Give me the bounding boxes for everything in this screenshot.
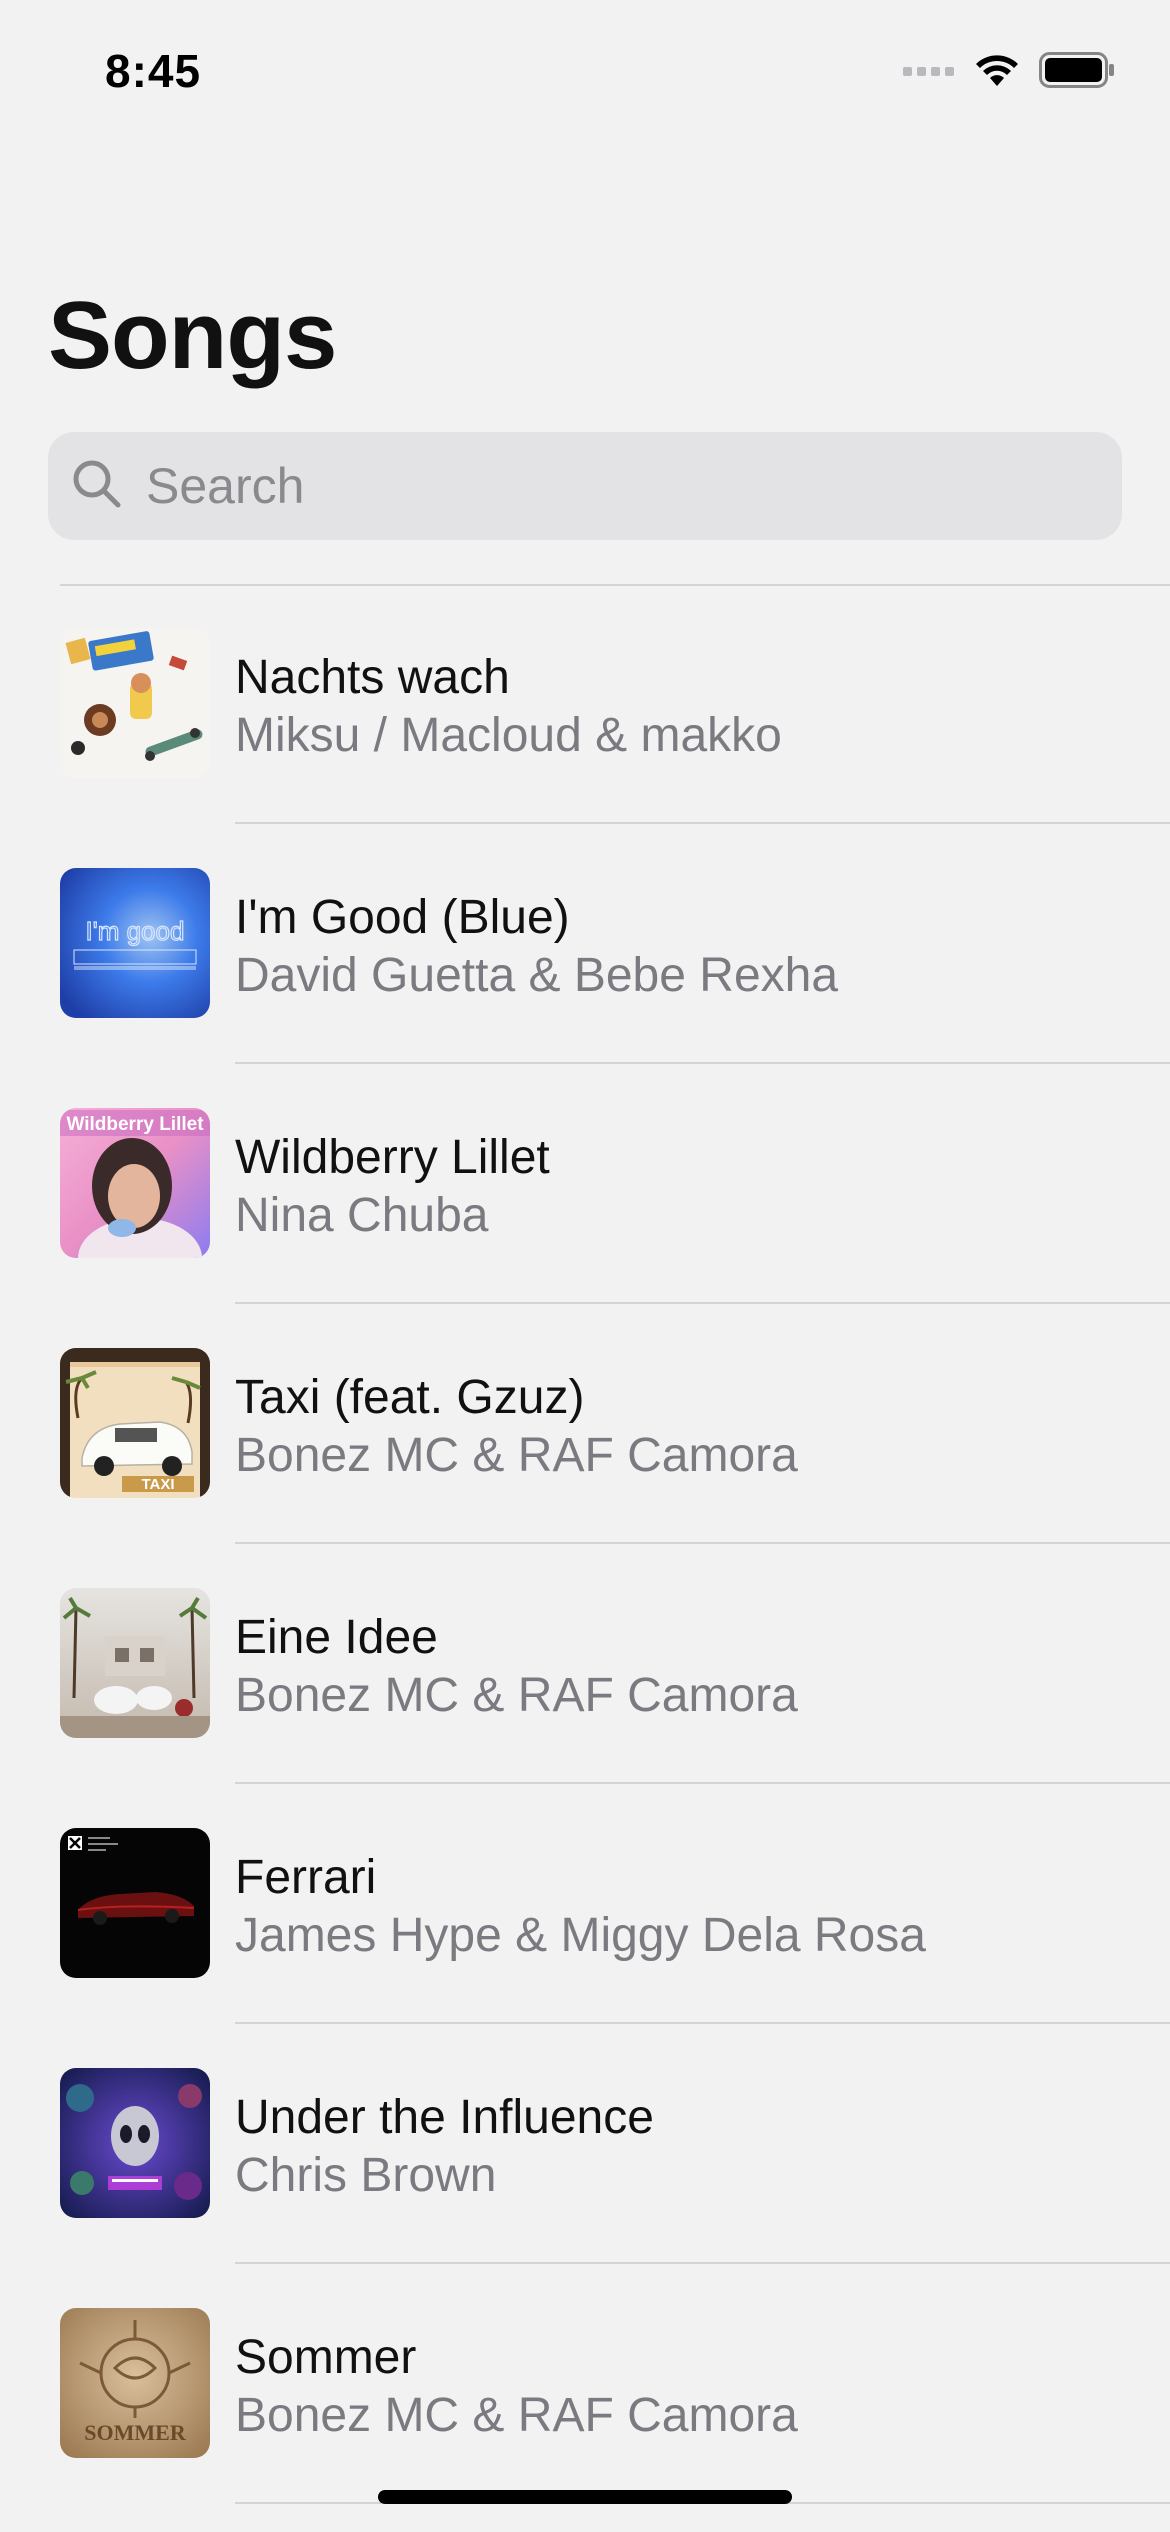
song-title: Taxi (feat. Gzuz): [235, 1371, 585, 1424]
im-good-blue-artwork: I'm good: [60, 868, 210, 1018]
song-artist: David Guetta & Bebe Rexha: [235, 949, 839, 1002]
artwork-label: Wildberry Lillet: [66, 1114, 204, 1135]
song-artist: Chris Brown: [235, 2149, 497, 2202]
song-row[interactable]: TAXI Taxi (feat. Gzuz) Bonez MC & RAF Ca…: [0, 1304, 1170, 1544]
song-row[interactable]: Under the Influence Chris Brown: [0, 2024, 1170, 2264]
song-row[interactable]: SOMMER Sommer Bonez MC & RAF Camora: [0, 2264, 1170, 2504]
artwork-label: TAXI: [141, 1476, 174, 1493]
cellular-signal-icon: [903, 63, 955, 82]
song-row[interactable]: Nachts wach Miksu / Macloud & makko: [0, 584, 1170, 824]
song-artist: Miksu / Macloud & makko: [235, 709, 782, 762]
wildberry-lillet-artwork: Wildberry Lillet: [60, 1108, 210, 1258]
song-row[interactable]: Eine Idee Bonez MC & RAF Camora: [0, 1544, 1170, 1784]
artwork-label: I'm good: [86, 916, 185, 946]
nachts-wach-artwork: [60, 628, 210, 778]
under-the-influence-artwork: [60, 2068, 210, 2218]
song-row[interactable]: I'm good I'm Good (Blue) David Guetta & …: [0, 824, 1170, 1064]
song-artist: James Hype & Miggy Dela Rosa: [235, 1909, 926, 1962]
song-artist: Bonez MC & RAF Camora: [235, 1669, 798, 1722]
status-icons: [903, 52, 1115, 93]
artwork-label: SOMMER: [84, 2420, 187, 2445]
song-row[interactable]: Ferrari James Hype & Miggy Dela Rosa: [0, 1784, 1170, 2024]
sommer-artwork: SOMMER: [60, 2308, 210, 2458]
search-icon: [70, 457, 124, 516]
battery-icon: [1039, 52, 1115, 93]
song-title: Nachts wach: [235, 651, 510, 704]
song-title: Sommer: [235, 2331, 417, 2384]
song-title: Wildberry Lillet: [235, 1131, 550, 1184]
home-indicator[interactable]: [378, 2490, 792, 2504]
song-row[interactable]: Wildberry Lillet Wildberry Lillet Nina C…: [0, 1064, 1170, 1304]
song-list: Nachts wach Miksu / Macloud & makko I'm …: [0, 584, 1170, 2504]
search-input[interactable]: [144, 456, 1048, 516]
wifi-icon: [973, 52, 1021, 93]
eine-idee-artwork: [60, 1588, 210, 1738]
page-title: Songs: [48, 282, 337, 389]
song-title: I'm Good (Blue): [235, 891, 570, 944]
status-bar: 8:45: [0, 0, 1170, 150]
ferrari-artwork: [60, 1828, 210, 1978]
song-title: Under the Influence: [235, 2091, 654, 2144]
song-artist: Nina Chuba: [235, 1189, 489, 1242]
song-artist: Bonez MC & RAF Camora: [235, 2389, 798, 2442]
search-bar[interactable]: [48, 432, 1122, 540]
status-time: 8:45: [105, 45, 202, 97]
song-title: Eine Idee: [235, 1611, 438, 1664]
taxi-artwork: TAXI: [60, 1348, 210, 1498]
song-title: Ferrari: [235, 1851, 377, 1904]
song-artist: Bonez MC & RAF Camora: [235, 1429, 798, 1482]
